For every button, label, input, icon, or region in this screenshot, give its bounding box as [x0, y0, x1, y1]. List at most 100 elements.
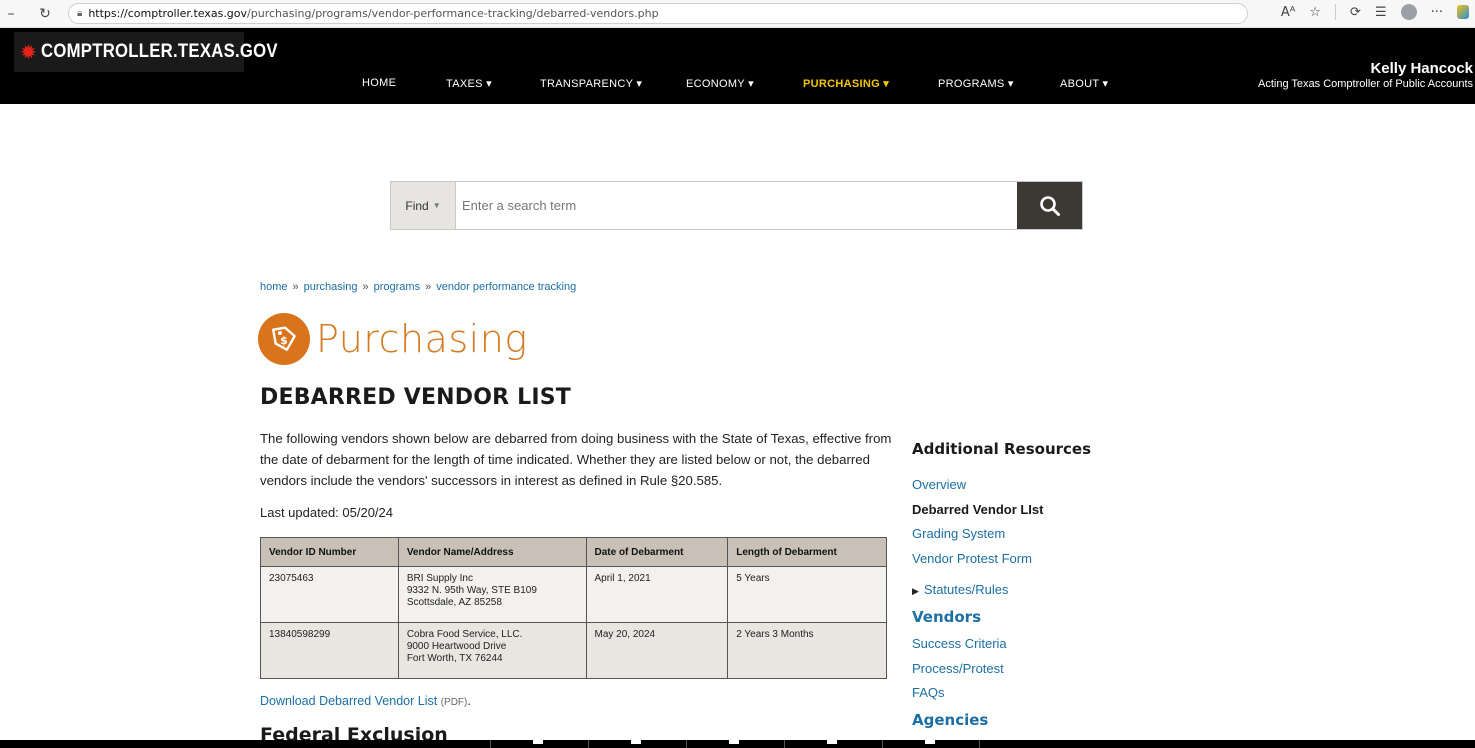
bottom-toolbar-tabs [490, 734, 980, 748]
browser-toolbar: – ↻ 🔒︎ https://comptroller.texas.gov/pur… [0, 0, 1475, 28]
last-updated: Last updated: 05/20/24 [260, 505, 394, 520]
logo-text: COMPTROLLER.TEXAS.GOV [40, 41, 278, 62]
star-burst-icon: ✹ [20, 40, 37, 64]
more-menu-icon[interactable]: ··· [1431, 5, 1443, 20]
nav-transparency[interactable]: TRANSPARENCY ▾ [540, 77, 686, 90]
back-arrow-icon[interactable]: – [2, 6, 20, 22]
sidebar-item-process-protest[interactable]: Process/Protest [912, 657, 1112, 682]
sidebar-item-faqs[interactable]: FAQs [912, 681, 1112, 706]
official-name: Kelly Hancock [1370, 60, 1473, 77]
read-aloud-icon[interactable]: Aᴬ [1281, 5, 1296, 20]
favorite-star-icon[interactable]: ☆ [1309, 5, 1321, 20]
bottom-tab-menu[interactable] [686, 734, 784, 748]
table-header-row: Vendor ID Number Vendor Name/Address Dat… [260, 537, 887, 567]
triangle-right-icon: ▶ [912, 586, 919, 596]
nav-programs[interactable]: PROGRAMS ▾ [938, 77, 1060, 90]
bottom-tab-up[interactable] [784, 734, 882, 748]
menu-icon [729, 734, 739, 744]
site-logo[interactable]: ✹ COMPTROLLER.TEXAS.GOV [14, 32, 277, 72]
bottom-tab-tools[interactable] [882, 734, 980, 748]
vendor-name: Cobra Food Service, LLC. [406, 629, 523, 640]
lock-icon: 🔒︎ [77, 8, 83, 19]
breadcrumb-purchasing[interactable]: purchasing [304, 281, 358, 293]
sidebar-item-vendor-protest-form[interactable]: Vendor Protest Form [912, 547, 1112, 572]
caret-down-icon: ▼ [432, 201, 441, 210]
statutes-rules-toggle[interactable]: ▶ Statutes/Rules [912, 578, 1112, 603]
sidebar-item-grading-system[interactable]: Grading System [912, 522, 1112, 547]
find-dropdown[interactable]: Find ▼ [391, 182, 456, 229]
col-length: Length of Debarment [727, 537, 887, 567]
bottom-tab-info[interactable] [588, 734, 686, 748]
cell-vendor-id: 23075463 [260, 566, 399, 623]
nav-taxes[interactable]: TAXES ▾ [446, 77, 540, 90]
browser-tools: Aᴬ ☆ ⟳ ☰ ··· [1281, 4, 1469, 20]
intro-paragraph: The following vendors shown below are de… [260, 431, 892, 488]
info-icon [631, 734, 641, 744]
sidebar-item-success-criteria[interactable]: Success Criteria [912, 632, 1112, 657]
cell-date: May 20, 2024 [585, 622, 729, 679]
cell-length: 5 Years [727, 566, 887, 623]
profile-avatar[interactable] [1400, 4, 1417, 20]
vendor-name: BRI Supply Inc [406, 573, 473, 584]
price-tag-icon: $ [258, 313, 310, 365]
address-bar[interactable]: 🔒︎ https://comptroller.texas.gov/purchas… [68, 3, 1248, 24]
section-name: Purchasing [316, 317, 528, 361]
up-arrow-icon [827, 734, 837, 744]
breadcrumb-separator: » [292, 281, 299, 293]
search-input[interactable] [456, 182, 1017, 229]
favorites-icon[interactable]: ☰ [1375, 5, 1387, 20]
vendor-address-line2: Scottsdale, AZ 85258 [406, 597, 502, 608]
bottom-tab-location[interactable] [490, 734, 588, 748]
page-title: DEBARRED VENDOR LIST [260, 385, 572, 410]
sidebar-heading: Additional Resources [912, 440, 1092, 458]
vendor-address-line1: 9000 Heartwood Drive [406, 641, 507, 652]
vendor-address-line1: 9332 N. 95th Way, STE B109 [406, 585, 537, 596]
url-host: https://comptroller.texas.gov [88, 7, 248, 20]
svg-text:$: $ [280, 334, 288, 347]
toolbar-divider [1335, 4, 1337, 20]
copilot-icon[interactable] [1457, 5, 1469, 19]
breadcrumb-home[interactable]: home [260, 281, 288, 293]
breadcrumb: home » purchasing » programs » vendor performa… [260, 281, 576, 293]
file-format-label: (PDF) [440, 697, 468, 708]
nav-purchasing[interactable]: PURCHASING ▾ [803, 77, 938, 90]
official-block: Kelly Hancock Acting Texas Comptroller o… [1258, 60, 1473, 90]
download-line: Download Debarred Vendor List (PDF). [260, 694, 471, 708]
tools-icon [925, 734, 935, 744]
cell-vendor-name: Cobra Food Service, LLC. 9000 Heartwood … [397, 622, 587, 679]
col-date: Date of Debarment [585, 537, 729, 567]
cell-vendor-name: BRI Supply Inc 9332 N. 95th Way, STE B10… [397, 566, 587, 623]
search-button[interactable] [1017, 182, 1082, 229]
breadcrumb-separator: » [425, 281, 432, 293]
download-period: . [467, 694, 471, 708]
site-header: ✹ COMPTROLLER.TEXAS.GOV Kelly Hancock Ac… [0, 28, 1475, 104]
statutes-rules-label: Statutes/Rules [923, 582, 1009, 597]
extensions-icon[interactable]: ⟳ [1350, 5, 1361, 20]
table-row: 23075463 BRI Supply Inc 9332 N. 95th Way… [260, 566, 887, 623]
col-vendor-id: Vendor ID Number [260, 537, 399, 567]
breadcrumb-vendor-performance-tracking[interactable]: vendor performance tracking [436, 281, 576, 293]
sidebar-item-debarred-vendor-list[interactable]: Debarred Vendor LIst [912, 498, 1112, 523]
find-label: Find [405, 198, 429, 213]
nav-economy[interactable]: ECONOMY ▾ [686, 77, 803, 90]
sidebar: Additional Resources Overview Debarred V… [912, 440, 1112, 735]
breadcrumb-separator: » [362, 281, 369, 293]
nav-about[interactable]: ABOUT ▾ [1060, 77, 1130, 90]
cell-vendor-id: 13840598299 [260, 622, 399, 679]
nav-home[interactable]: HOME [362, 77, 446, 90]
cell-date: April 1, 2021 [585, 566, 729, 623]
location-icon [533, 734, 543, 744]
site-search: Find ▼ [390, 181, 1083, 230]
section-header: $ Purchasing [258, 313, 528, 365]
cell-length: 2 Years 3 Months [727, 622, 887, 679]
reload-icon[interactable]: ↻ [36, 6, 54, 22]
search-icon [1039, 195, 1060, 216]
breadcrumb-programs[interactable]: programs [374, 281, 420, 293]
download-link[interactable]: Download Debarred Vendor List [260, 694, 437, 708]
vendors-heading: Vendors [912, 608, 982, 626]
vendor-address-line2: Fort Worth, TX 76244 [406, 653, 503, 664]
col-vendor-name: Vendor Name/Address [397, 537, 587, 567]
debarred-vendor-table: Vendor ID Number Vendor Name/Address Dat… [260, 537, 887, 679]
table-row: 13840598299 Cobra Food Service, LLC. 900… [260, 622, 887, 679]
sidebar-item-overview[interactable]: Overview [912, 473, 1112, 498]
